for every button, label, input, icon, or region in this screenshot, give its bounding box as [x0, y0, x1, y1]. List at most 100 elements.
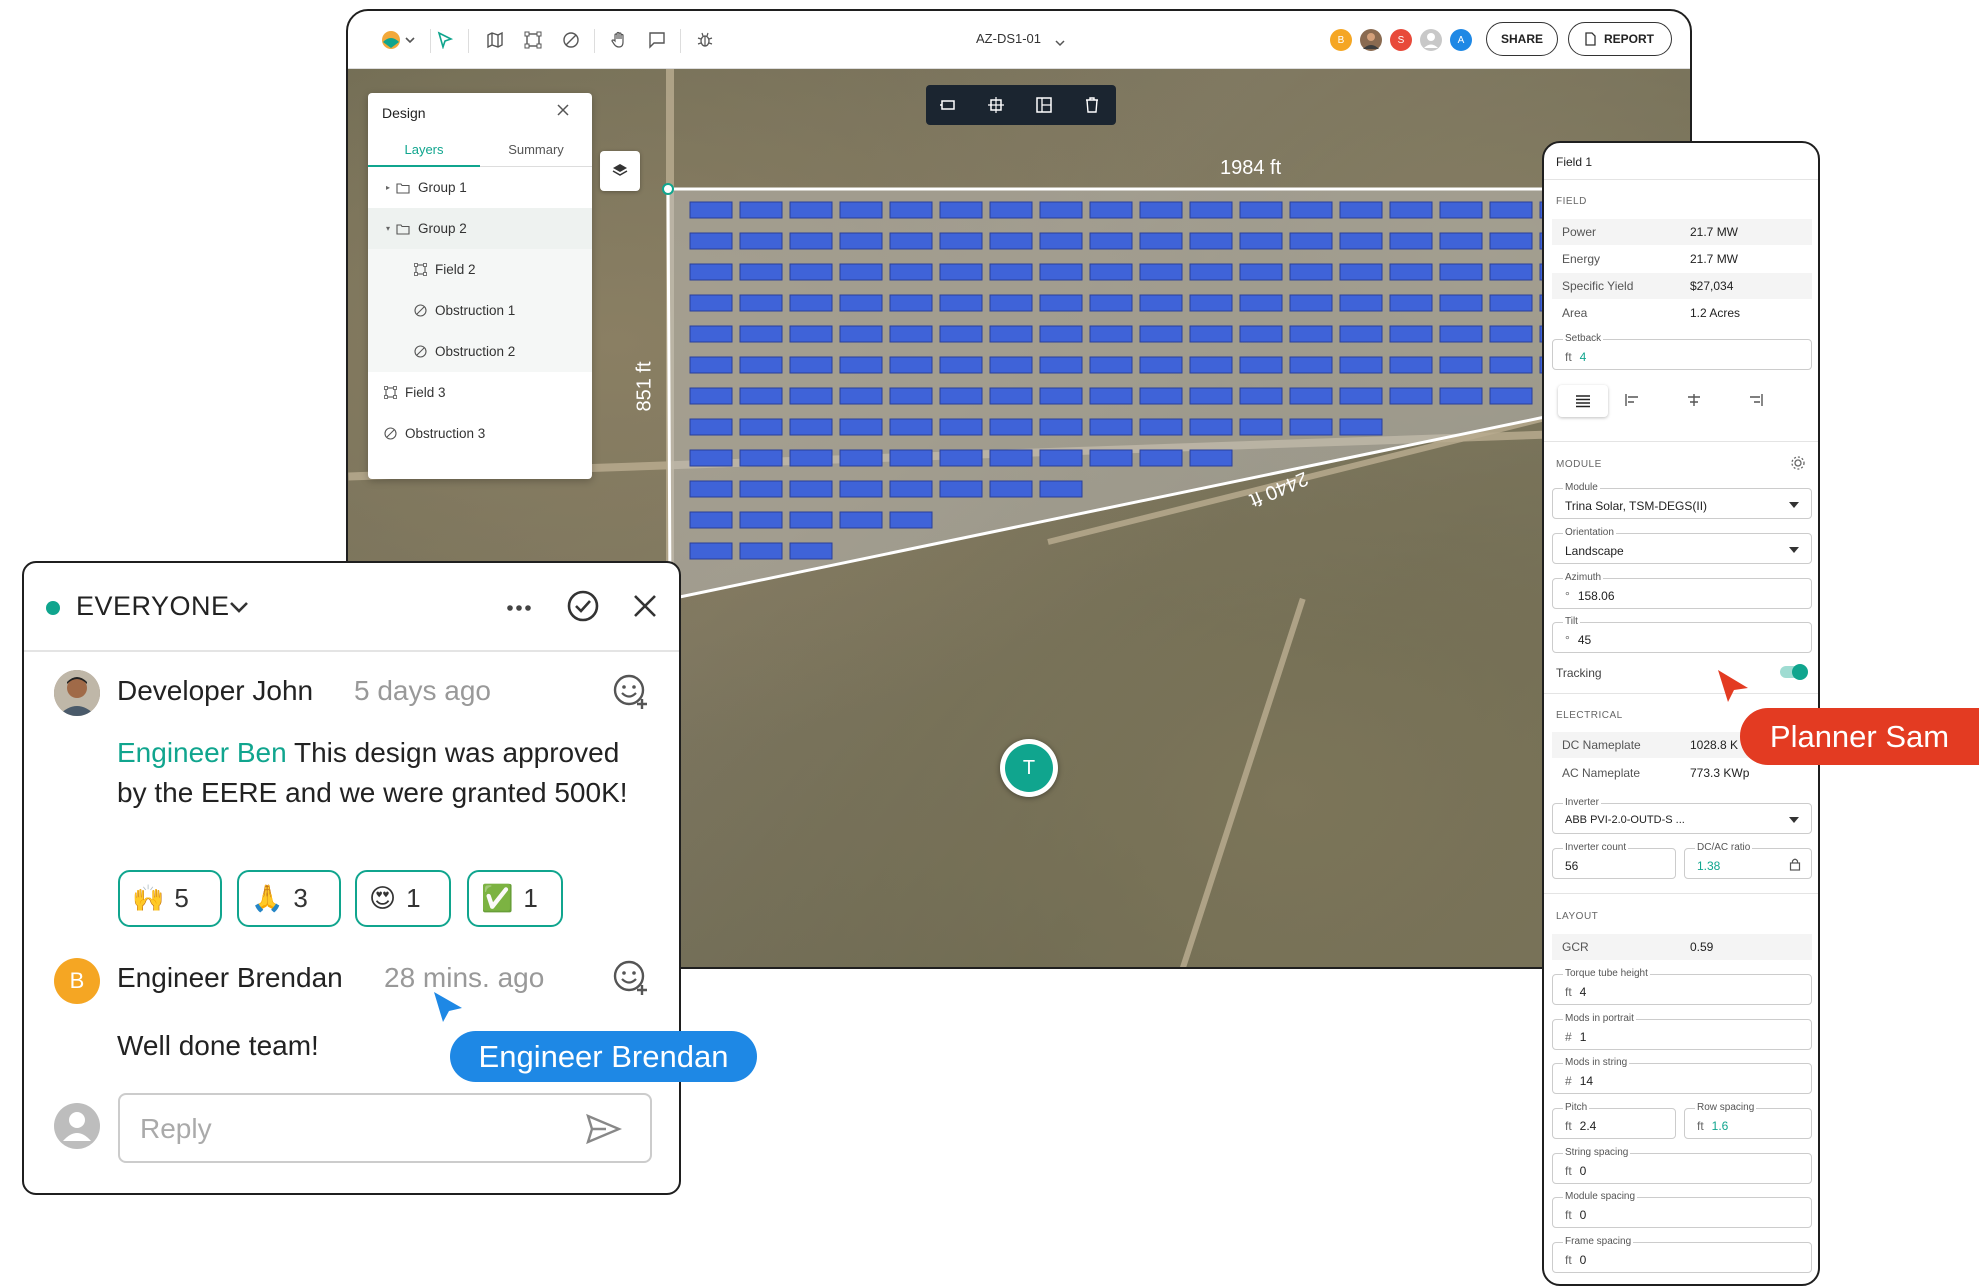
avatar[interactable]: S [1390, 29, 1412, 51]
solar-panel[interactable] [989, 263, 1033, 281]
solar-panel[interactable] [989, 294, 1033, 312]
solar-panel[interactable] [989, 449, 1033, 467]
solar-panel[interactable] [1339, 201, 1383, 219]
solar-panel[interactable] [1389, 263, 1433, 281]
solar-panel[interactable] [939, 449, 983, 467]
solar-panel[interactable] [1089, 325, 1133, 343]
solar-panel[interactable] [1389, 201, 1433, 219]
row-spacing-input[interactable]: Row spacing ft 1.6 [1684, 1102, 1812, 1139]
solar-panel[interactable] [689, 263, 733, 281]
layer-item[interactable]: Field 3 [368, 372, 592, 413]
solar-panel[interactable] [1039, 418, 1083, 436]
solar-panel[interactable] [689, 511, 733, 529]
solar-panel[interactable] [889, 449, 933, 467]
add-reaction-icon[interactable] [612, 959, 650, 1002]
inverter-select[interactable]: Inverter ABB PVI-2.0-OUTD-S ... [1552, 797, 1812, 834]
solar-panel[interactable] [689, 480, 733, 498]
inverter-count-input[interactable]: Inverter count 56 [1552, 842, 1676, 879]
solar-panel[interactable] [789, 356, 833, 374]
solar-panel[interactable] [739, 232, 783, 250]
string-spacing-input[interactable]: String spacing ft 0 [1552, 1147, 1812, 1184]
solar-panel[interactable] [1189, 387, 1233, 405]
solar-panel[interactable] [1439, 387, 1483, 405]
solar-panel[interactable] [1289, 294, 1333, 312]
solar-panel[interactable] [1189, 294, 1233, 312]
pitch-input[interactable]: Pitch ft 2.4 [1552, 1102, 1676, 1139]
align-right-icon[interactable] [1748, 393, 1764, 412]
solar-panel[interactable] [1339, 232, 1383, 250]
tab-layers[interactable]: Layers [368, 133, 480, 167]
solar-panel[interactable] [689, 387, 733, 405]
solar-panel[interactable] [939, 480, 983, 498]
solar-panel[interactable] [839, 232, 883, 250]
solar-panel[interactable] [939, 356, 983, 374]
solar-panel[interactable] [939, 294, 983, 312]
avatar-placeholder[interactable] [1420, 29, 1442, 51]
solar-panel[interactable] [689, 449, 733, 467]
solar-panel[interactable] [1189, 449, 1233, 467]
solar-panel[interactable] [1039, 449, 1083, 467]
solar-panel[interactable] [1239, 356, 1283, 374]
solar-panel[interactable] [1389, 356, 1433, 374]
solar-panel[interactable] [939, 387, 983, 405]
caret-right-icon[interactable]: ▸ [386, 183, 390, 192]
solar-panel[interactable] [1289, 387, 1333, 405]
solar-panel[interactable] [889, 325, 933, 343]
solar-panel[interactable] [1039, 356, 1083, 374]
resolve-check-icon[interactable] [566, 589, 600, 628]
solar-panel[interactable] [689, 542, 733, 560]
solar-panel[interactable] [789, 263, 833, 281]
bug-icon[interactable] [690, 25, 720, 55]
caret-down-icon[interactable]: ▾ [386, 224, 390, 233]
solar-panel[interactable] [739, 449, 783, 467]
solar-panel[interactable] [789, 387, 833, 405]
solar-panel[interactable] [789, 511, 833, 529]
solar-panel[interactable] [789, 449, 833, 467]
more-options-icon[interactable] [504, 593, 534, 628]
solar-panel[interactable] [889, 511, 933, 529]
mention[interactable]: Engineer Ben [117, 737, 287, 768]
solar-panel[interactable] [1239, 294, 1283, 312]
solar-panel[interactable] [1039, 325, 1083, 343]
resize-grid-icon[interactable] [986, 95, 1006, 120]
solar-panel[interactable] [939, 232, 983, 250]
chevron-down-icon[interactable] [228, 599, 250, 620]
align-left-icon[interactable] [1624, 393, 1640, 412]
solar-panel[interactable] [1089, 263, 1133, 281]
solar-panel[interactable] [1489, 387, 1533, 405]
dcac-ratio-input[interactable]: DC/AC ratio 1.38 [1684, 842, 1812, 879]
solar-panel[interactable] [889, 356, 933, 374]
solar-panel[interactable] [1089, 294, 1133, 312]
solar-panel[interactable] [1489, 201, 1533, 219]
layer-item[interactable]: Obstruction 1 [368, 290, 592, 331]
solar-panel[interactable] [739, 511, 783, 529]
module-select[interactable]: Module Trina Solar, TSM-DEGS(II) [1552, 482, 1812, 519]
solar-panel[interactable] [1139, 294, 1183, 312]
solar-panel[interactable] [1339, 418, 1383, 436]
solar-panel[interactable] [739, 263, 783, 281]
solar-panel[interactable] [839, 449, 883, 467]
solar-panel[interactable] [989, 387, 1033, 405]
solar-panel[interactable] [1089, 387, 1133, 405]
solar-panel[interactable] [1089, 232, 1133, 250]
solar-panel[interactable] [689, 232, 733, 250]
module-spacing-input[interactable]: Module spacing ft 0 [1552, 1191, 1812, 1228]
solar-panel[interactable] [739, 480, 783, 498]
solar-panel[interactable] [889, 232, 933, 250]
solar-panel[interactable] [989, 418, 1033, 436]
solar-panel[interactable] [939, 263, 983, 281]
layer-item[interactable]: ▾ Group 2 [368, 208, 592, 249]
solar-panel[interactable] [1289, 356, 1333, 374]
report-button[interactable]: REPORT [1568, 22, 1672, 56]
solar-panel[interactable] [739, 418, 783, 436]
solar-panel[interactable] [689, 356, 733, 374]
layers-toggle-button[interactable] [600, 151, 640, 191]
solar-panel[interactable] [1139, 325, 1183, 343]
solar-panel[interactable] [1039, 201, 1083, 219]
align-center-icon[interactable] [1686, 393, 1702, 412]
solar-panel[interactable] [989, 232, 1033, 250]
solar-panel[interactable] [1439, 294, 1483, 312]
tab-summary[interactable]: Summary [480, 133, 592, 167]
solar-panel[interactable] [839, 356, 883, 374]
solar-panel[interactable] [789, 480, 833, 498]
